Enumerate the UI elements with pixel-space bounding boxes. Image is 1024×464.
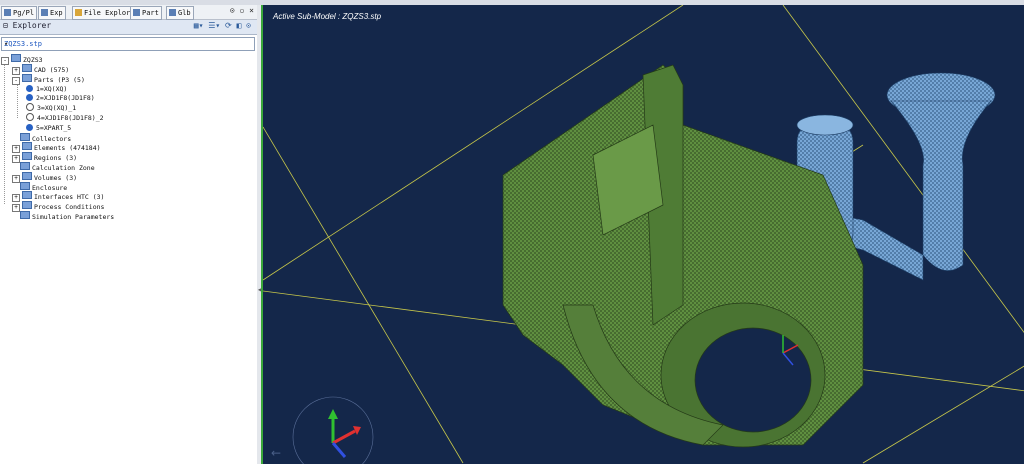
3d-viewport[interactable]: ← Active Sub-Model : ZQZS3.stp [261, 5, 1024, 464]
svg-text:←: ← [271, 446, 281, 460]
explorer-icon [41, 9, 48, 16]
tab-exp[interactable]: Exp [38, 6, 66, 20]
tree-item-label: Elements (474184) [34, 144, 101, 153]
tree-item[interactable]: + Regions (3) [12, 152, 78, 164]
mesh-scene: ← [263, 5, 1024, 464]
folder-icon [22, 73, 32, 82]
tree-item[interactable]: 1=XQ(XQ) [26, 84, 67, 94]
tree-item[interactable]: + Interfaces HTC (3) [12, 191, 105, 203]
tree-item[interactable]: Simulation Parameters [12, 211, 114, 221]
folder-icon [22, 152, 32, 161]
folder-icon [20, 162, 30, 170]
explorer-toolbar[interactable]: ▦▾ ☰▾ ⟳ ◧ ⊙ [194, 21, 251, 30]
part-selected-icon[interactable] [26, 84, 33, 92]
tree-item-label: Calculation Zone [32, 164, 95, 172]
tree-connector[interactable] [12, 213, 18, 219]
tree-item[interactable]: 3=XQ(XQ)_1 [26, 103, 76, 113]
folder-icon [75, 9, 82, 16]
tree-item-label: Parts (P3 (5) [34, 75, 85, 84]
panel-tabs: Pg/Pl Exp File Explorer Part Glb ⊙ ▫ × [0, 5, 257, 20]
tree-connector[interactable] [12, 135, 18, 141]
folder-icon [22, 201, 32, 210]
folder-icon [20, 181, 30, 190]
tree-item[interactable]: - Parts (P3 (5) [12, 73, 85, 85]
tree-item[interactable]: + Elements (474184) [12, 142, 101, 154]
tree-item-label: 2=XJD1F8(JD1F8) [36, 94, 95, 103]
tree-item[interactable]: Enclosure [12, 181, 68, 192]
tree-item[interactable]: 2=XJD1F8(JD1F8) [26, 93, 95, 103]
part-selected-icon[interactable] [26, 123, 33, 131]
explorer-title: Explorer [12, 21, 52, 30]
tree-item[interactable]: 5=XPART_5 [26, 123, 71, 133]
collapse-icon[interactable]: - [12, 76, 20, 85]
tree-item-label: CAD (575) [34, 66, 70, 74]
tree-item-label: Regions (3) [34, 154, 78, 163]
tree-connector[interactable] [12, 184, 18, 190]
pages-icon [4, 9, 11, 16]
explorer-header: ⊟ Explorer ▦▾ ☰▾ ⟳ ◧ ⊙ [0, 20, 257, 35]
tree-item-label: 3=XQ(XQ)_1 [37, 104, 77, 113]
viewport-title: Active Sub-Model : ZQZS3.stp [273, 12, 382, 21]
part-unselected-icon[interactable] [26, 113, 34, 121]
model-select[interactable]: ZQZS3.stp ▾ [1, 37, 255, 51]
tree-item[interactable]: 4=XJD1F8(JD1F8)_2 [26, 113, 104, 123]
tree-item[interactable]: + CAD (575) [12, 64, 70, 75]
tree-item-label: Process Conditions [34, 203, 105, 212]
tree-item[interactable]: + Volumes (3) [12, 171, 78, 183]
folder-icon [22, 64, 32, 72]
part-unselected-icon[interactable] [26, 103, 34, 112]
panel-window-buttons[interactable]: ⊙ ▫ × [230, 6, 254, 15]
folder-icon [22, 142, 32, 151]
tab-part[interactable]: Part [130, 6, 162, 20]
tree-item-label: Volumes (3) [34, 173, 78, 182]
tree-item-label: 5=XPART_5 [36, 123, 72, 132]
tab-glb[interactable]: Glb [166, 6, 194, 20]
explorer-icon: ⊟ [3, 21, 13, 30]
folder-icon [22, 171, 32, 180]
tree-item[interactable]: Calculation Zone [12, 162, 95, 172]
folder-icon [20, 132, 30, 141]
chevron-down-icon[interactable]: ▾ [4, 38, 252, 50]
tab-pg-pl[interactable]: Pg/Pl [1, 6, 38, 20]
folder-icon [22, 191, 32, 200]
collapse-icon[interactable]: - [1, 57, 9, 65]
tree-root[interactable]: - ZQZS3 [1, 54, 43, 65]
tree-item-label: 1=XQ(XQ) [36, 84, 68, 93]
tree-item-label: 4=XJD1F8(JD1F8)_2 [37, 114, 104, 122]
tree-connector[interactable] [12, 164, 18, 170]
tree-item-label: Simulation Parameters [32, 213, 115, 221]
part-icon [133, 9, 140, 16]
tree-item-label: Enclosure [32, 183, 68, 192]
globe-icon [169, 9, 176, 16]
tree-item-label: Interfaces HTC (3) [34, 193, 105, 202]
folder-icon [11, 54, 21, 62]
part-selected-icon[interactable] [26, 94, 33, 102]
folder-icon [20, 211, 30, 219]
tree-item[interactable]: + Process Conditions [12, 201, 105, 213]
orientation-triad [292, 396, 374, 464]
tree-item[interactable]: Collectors [12, 132, 72, 143]
tree-item-label: Collectors [32, 134, 72, 143]
